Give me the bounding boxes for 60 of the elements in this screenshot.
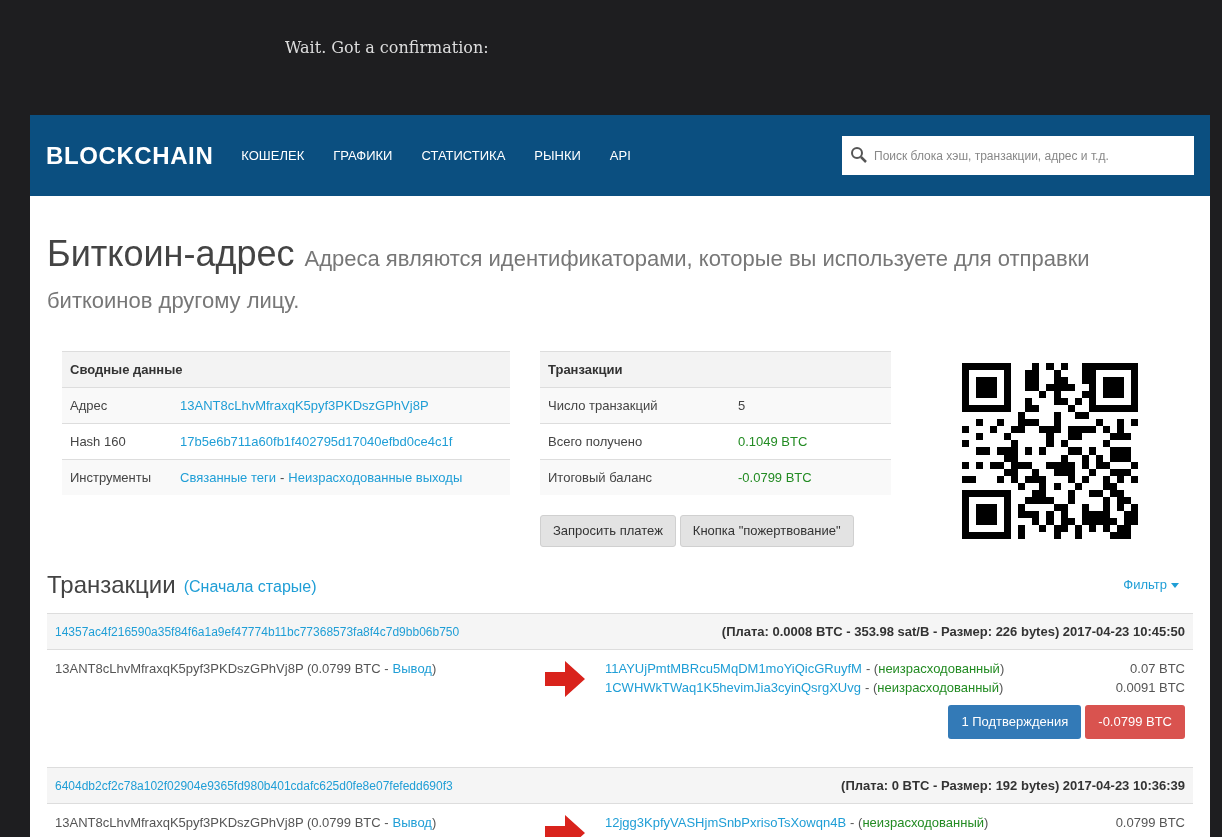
parenthesis: ) bbox=[998, 678, 1004, 697]
separator: - bbox=[279, 468, 285, 487]
row-label: Итоговый баланс bbox=[548, 468, 654, 487]
transaction-meta: (Плата: 0 BTC - Размер: 192 bytes) 2017-04-23 10:36:39 bbox=[841, 776, 1185, 795]
output-amount: 0.0091 BTC bbox=[1115, 678, 1185, 697]
amount-button[interactable]: -0.0799 BTC bbox=[1085, 705, 1185, 739]
row-value: 0.1049 BTC bbox=[738, 432, 808, 451]
row-value: -0.0799 BTC bbox=[738, 468, 812, 487]
nav-link[interactable]: РЫНКИ bbox=[534, 145, 581, 166]
sort-link[interactable]: (Сначала старые) bbox=[183, 575, 317, 599]
table-header: Транзакции bbox=[540, 351, 891, 387]
action-button[interactable]: Кнопка "пожертвование" bbox=[679, 515, 854, 547]
action-button[interactable]: Запросить платеж bbox=[540, 515, 676, 547]
caption: Wait. Got a confirmation: bbox=[285, 37, 490, 59]
output-amount: 0.07 BTC bbox=[1130, 659, 1185, 678]
arrow-icon bbox=[545, 661, 585, 697]
output-link[interactable]: Вывод bbox=[392, 813, 432, 837]
status-text: неизрасходованный bbox=[877, 678, 999, 697]
status-text: неизрасходованный bbox=[862, 813, 985, 832]
address-link[interactable]: 17b5e6b711a60fb1f402795d17040efbd0ce4c1f bbox=[180, 431, 453, 452]
parenthesis: ) bbox=[999, 659, 1005, 678]
parenthesis: ) bbox=[431, 814, 437, 832]
address-link[interactable]: 13ANT8cLhvMfraxqK5pyf3PKDszGPhVj8P bbox=[180, 395, 429, 416]
page-heading: Биткоин-адрес Адреса являются идентификаторами, которые вы используете для отправки биткоинов другому лицу. bbox=[47, 234, 1091, 315]
transaction-meta: (Плата: 0.0008 BTC - 353.98 sat/B - Размер: 226 bytes) 2017-04-23 10:45:50 bbox=[721, 622, 1185, 641]
separator: - ( bbox=[865, 659, 879, 678]
search-field[interactable]: Поиск блока хэш, транзакции, адрес и т.д. bbox=[842, 136, 1194, 175]
parenthesis: ) bbox=[431, 660, 437, 678]
logo: BLOCKCHAIN bbox=[46, 140, 214, 171]
nav-link[interactable]: API bbox=[609, 145, 631, 166]
sender-address: 13ANT8cLhvMfraxqK5pyf3PKDszGPhVj8P (0.0799 BTC - bbox=[55, 814, 389, 832]
row-label: Инструменты bbox=[70, 468, 153, 487]
nav-link[interactable]: КОШЕЛЕК bbox=[241, 145, 305, 166]
separator: - ( bbox=[850, 813, 863, 832]
section-heading: Транзакции bbox=[47, 570, 176, 600]
output-link[interactable]: Вывод bbox=[392, 659, 432, 739]
recipient-address-link[interactable]: 1CWHWkTWaq1K5hevimJia3cyinQsrgXUvg bbox=[605, 677, 861, 698]
nav-link[interactable]: ГРАФИКИ bbox=[333, 145, 393, 166]
row-label: Всего получено bbox=[548, 432, 644, 451]
transaction-hash-link[interactable]: 6404db2cf2c78a102f02904e9365fd980b401cdafc625d0fe8e07fefedd690f3 bbox=[55, 776, 453, 795]
nav-link[interactable]: СТАТИСТИКА bbox=[421, 145, 506, 166]
row-value: 5 bbox=[738, 396, 746, 415]
parenthesis: ) bbox=[984, 813, 989, 832]
recipient-address-link[interactable]: 11AYUjPmtMBRcu5MqDM1moYiQicGRuyfM bbox=[605, 658, 862, 679]
row-label: Число транзакций bbox=[548, 396, 659, 415]
separator: - ( bbox=[865, 678, 878, 697]
row-label: Адрес bbox=[70, 396, 109, 415]
address-link[interactable]: Неизрасходованные выходы bbox=[288, 467, 463, 488]
caret-icon bbox=[1171, 582, 1179, 588]
confirmations-button[interactable]: 1 Подтверждения bbox=[948, 705, 1082, 739]
recipient-address-link[interactable]: 12jgg3KpfyVASHjmSnbPxrisoTsXowqn4B bbox=[605, 812, 847, 833]
transaction-hash-link[interactable]: 14357ac4f216590a35f84f6a1a9ef47774b11bc77368573fa8f4c7d9bb06b750 bbox=[55, 622, 460, 641]
filter-dropdown[interactable]: Фильтр bbox=[1123, 575, 1179, 595]
sender-address: 13ANT8cLhvMfraxqK5pyf3PKDszGPhVj8P (0.0799 BTC - bbox=[55, 660, 389, 678]
row-label: Hash 160 bbox=[70, 432, 127, 451]
table-header: Сводные данные bbox=[62, 351, 510, 387]
status-text: неизрасходованный bbox=[878, 659, 1000, 678]
output-amount: 0.0799 BTC bbox=[1115, 813, 1185, 832]
search-icon bbox=[850, 146, 868, 164]
address-link[interactable]: Связанные теги bbox=[180, 467, 276, 488]
